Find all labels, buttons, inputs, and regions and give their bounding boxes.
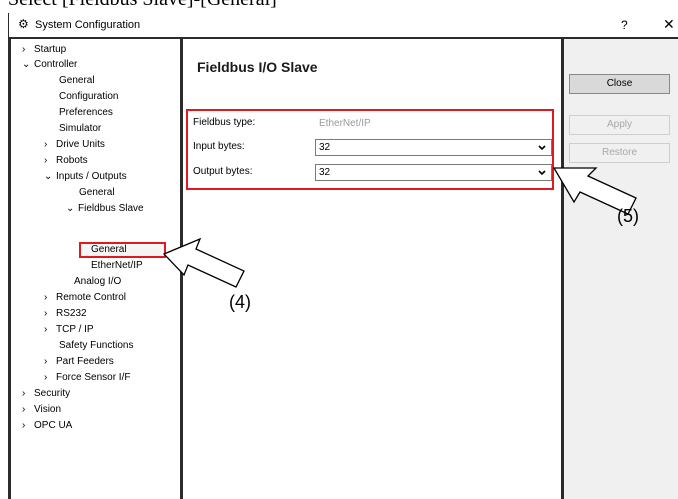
gear-icon: ⚙ [18, 17, 29, 31]
tree-item-simulator[interactable]: Simulator [59, 121, 101, 136]
tree-item-label: Controller [34, 59, 78, 70]
chevron-down-icon: ⌄ [44, 171, 53, 182]
tree-item-controller[interactable]: ⌄ Controller [22, 57, 77, 72]
tree-item-analog-io[interactable]: Analog I/O [74, 274, 121, 289]
tree-item-label: Robots [56, 155, 88, 166]
tree-item-label: Configuration [59, 91, 119, 102]
chevron-right-icon: › [22, 388, 26, 399]
tree-item-label: Force Sensor I/F [56, 372, 131, 383]
tree-item-part-feeders[interactable]: › Part Feeders [44, 354, 114, 369]
tree-item-opc-ua[interactable]: › OPC UA [22, 418, 72, 433]
chevron-down-icon: ⌄ [66, 203, 75, 214]
tree-item-label: TCP / IP [56, 324, 94, 335]
tree-item-label: Simulator [59, 123, 102, 134]
input-bytes-dropdown[interactable]: 32 [315, 139, 552, 156]
output-bytes-label: Output bytes: [193, 166, 253, 177]
input-bytes-value: 32 [319, 142, 331, 153]
apply-button[interactable]: Apply [569, 115, 670, 135]
callout-4: (4) [229, 292, 251, 312]
tree-item-fieldbus-slave[interactable]: ⌄ Fieldbus Slave [66, 201, 144, 216]
tree-item-label: EtherNet/IP [91, 260, 143, 271]
tree-item-remote-control[interactable]: › Remote Control [44, 290, 126, 305]
tree-item-vision[interactable]: › Vision [22, 402, 61, 417]
input-bytes-label: Input bytes: [193, 141, 245, 152]
tree-item-label: Security [34, 388, 71, 399]
window-frame: › Startup ⌄ Controller General Configurati… [9, 37, 678, 499]
tree-item-inputs-outputs[interactable]: ⌄ Inputs / Outputs [44, 169, 127, 184]
tree-item-rs232[interactable]: › RS232 [44, 306, 87, 321]
tree-item-label: RS232 [56, 308, 87, 319]
fieldbus-type-value: EtherNet/IP [319, 118, 371, 129]
tree-item-label: Drive Units [56, 139, 105, 150]
tree-item-label: General [79, 187, 115, 198]
tree-item-safety-functions[interactable]: Safety Functions [59, 338, 133, 353]
title-bar: ⚙ System Configuration ? ✕ [9, 13, 678, 37]
tree-item-force-sensor[interactable]: › Force Sensor I/F [44, 370, 130, 385]
caption-text: Select [Fieldbus Slave]-[General] [8, 0, 277, 11]
action-panel: Close Apply Restore [564, 39, 678, 499]
close-button[interactable]: Close [569, 74, 670, 94]
tree-item-label: Fieldbus Slave [78, 203, 144, 214]
chevron-right-icon: › [22, 420, 26, 431]
tree-item-label: Preferences [59, 107, 113, 118]
tree-item-label: Remote Control [56, 292, 127, 303]
tree-item-io-general[interactable]: General [79, 185, 115, 200]
tree-item-label: Vision [34, 404, 62, 415]
chevron-right-icon: › [44, 139, 48, 150]
tree-item-label: General [59, 75, 95, 86]
page-title: Fieldbus I/O Slave [197, 59, 318, 75]
tree-item-security[interactable]: › Security [22, 386, 70, 401]
tree-item-drive-units[interactable]: › Drive Units [44, 137, 105, 152]
fieldbus-type-label: Fieldbus type: [193, 117, 256, 128]
tree-item-fieldbus-general[interactable]: General [91, 242, 127, 257]
tree-item-startup[interactable]: › Startup [22, 42, 66, 57]
tree-item-preferences[interactable]: Preferences [59, 105, 113, 120]
tree-item-controller-general[interactable]: General [59, 73, 95, 88]
window-title: System Configuration [35, 19, 141, 31]
tree-item-configuration[interactable]: Configuration [59, 89, 118, 104]
chevron-right-icon: › [22, 44, 26, 55]
chevron-right-icon: › [44, 356, 48, 367]
chevron-right-icon: › [22, 404, 26, 415]
tree-item-label: General [91, 244, 127, 255]
tree-item-ethernet-ip[interactable]: EtherNet/IP [91, 258, 143, 273]
output-bytes-value: 32 [319, 167, 331, 178]
chevron-right-icon: › [44, 155, 48, 166]
chevron-down-icon [538, 170, 546, 176]
tree-item-label: Safety Functions [59, 340, 134, 351]
tree-item-label: Inputs / Outputs [56, 171, 127, 182]
configuration-tree: › Startup ⌄ Controller General Configurati… [11, 39, 180, 499]
close-window-button[interactable]: ✕ [663, 16, 675, 33]
chevron-down-icon: ⌄ [22, 59, 31, 70]
tree-item-tcp-ip[interactable]: › TCP / IP [44, 322, 94, 337]
callout-5: (5) [617, 206, 639, 226]
tree-item-label: OPC UA [34, 420, 73, 431]
output-bytes-dropdown[interactable]: 32 [315, 164, 552, 181]
tree-item-label: Startup [34, 44, 67, 55]
tree-item-robots[interactable]: › Robots [44, 153, 88, 168]
chevron-right-icon: › [44, 324, 48, 335]
chevron-right-icon: › [44, 372, 48, 383]
chevron-down-icon [538, 145, 546, 151]
tree-item-label: Analog I/O [74, 276, 122, 287]
tree-item-label: Part Feeders [56, 356, 114, 367]
chevron-right-icon: › [44, 292, 48, 303]
help-button[interactable]: ? [621, 18, 628, 32]
system-configuration-window: ⚙ System Configuration ? ✕ › Startup ⌄ Con… [8, 13, 678, 499]
chevron-right-icon: › [44, 308, 48, 319]
